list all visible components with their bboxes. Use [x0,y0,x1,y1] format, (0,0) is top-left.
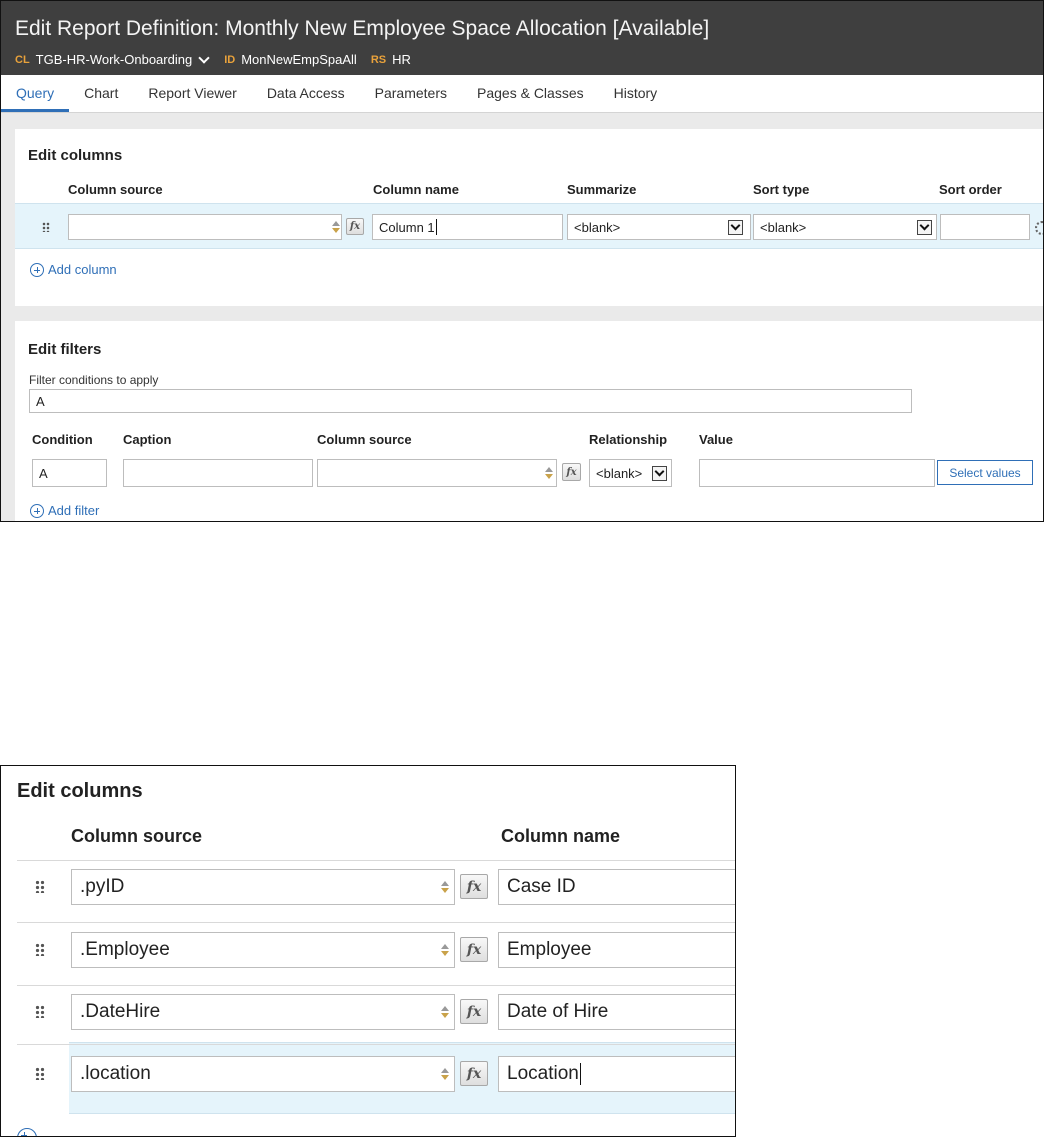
rule-header: Edit Report Definition: Monthly New Empl… [1,1,1043,75]
edit-columns-title: Edit columns [17,780,143,802]
fx-expression-icon[interactable]: fx [346,218,364,235]
condition-header: Condition [32,432,93,447]
add-circle-icon [30,262,44,277]
rule-title: Edit Report Definition: Monthly New Empl… [15,17,710,40]
tab-query[interactable]: Query [1,75,70,112]
column-name-value: Location [507,1063,579,1084]
rs-tag: RS [370,53,387,66]
class-link[interactable]: TGB-HR-Work-Onboarding [36,52,193,67]
row-divider [17,985,735,986]
column-name-input[interactable]: Location [498,1056,735,1092]
caption-header: Caption [123,432,172,447]
drag-handle-icon[interactable] [42,222,50,232]
fx-expression-icon[interactable]: fx [460,999,488,1024]
filter-column-source-input[interactable] [317,459,557,487]
edit-columns-panel: Edit columns Column source Column name S… [15,129,1043,306]
row-divider [17,922,735,923]
column-source-header: Column source [68,182,163,197]
row-divider [17,860,735,861]
column-source-input[interactable]: .DateHire [71,994,455,1030]
filter-conditions-input[interactable]: A [29,389,912,413]
add-column-link[interactable]: Add column [30,262,117,277]
fx-expression-icon[interactable]: fx [460,874,488,899]
sort-order-header: Sort order [939,182,1002,197]
drag-handle-icon[interactable] [35,880,45,893]
rule-tabs: Query Chart Report Viewer Data Access Pa… [1,75,1043,113]
gear-icon[interactable] [1035,221,1043,235]
column-source-input[interactable]: .Employee [71,932,455,968]
filter-conditions-label: Filter conditions to apply [29,373,159,387]
drag-handle-icon[interactable] [35,1005,45,1018]
sort-type-select[interactable]: <blank> [753,214,937,240]
tab-parameters[interactable]: Parameters [360,75,462,112]
column-name-header: Column name [373,182,459,197]
filter-value-input[interactable] [699,459,935,487]
add-circle-icon[interactable] [17,1128,37,1136]
fx-expression-icon[interactable]: fx [562,463,581,481]
caption-input[interactable] [123,459,313,487]
summarize-select[interactable]: <blank> [567,214,751,240]
column-name-input[interactable]: Column 1 [372,214,563,240]
summarize-header: Summarize [567,182,637,197]
sort-order-input[interactable] [940,214,1030,240]
add-column-label: Add column [48,262,117,277]
column-source-input[interactable]: .pyID [71,869,455,905]
spinner-arrows-icon[interactable] [441,944,449,956]
edit-filters-panel: Edit filters Filter conditions to apply … [15,321,1043,521]
text-caret [579,1063,581,1085]
tab-chart[interactable]: Chart [69,75,133,112]
add-circle-icon [30,503,44,518]
spinner-arrows-icon[interactable] [441,881,449,893]
edit-columns-title: Edit columns [28,147,123,164]
dropdown-arrow-icon[interactable] [652,466,667,481]
spinner-arrows-icon[interactable] [545,467,553,479]
id-tag: ID [224,53,236,66]
column-name-header: Column name [501,826,621,846]
relationship-header: Relationship [589,432,668,447]
ruleset-value: HR [392,52,411,67]
column-source-input[interactable] [68,214,342,240]
sort-type-header: Sort type [753,182,810,197]
cl-tag: CL [15,53,30,66]
column-name-input[interactable]: Date of Hire [498,994,735,1030]
column-source-header: Column source [71,826,203,846]
add-filter-link[interactable]: Add filter [30,503,99,518]
spinner-arrows-icon[interactable] [441,1006,449,1018]
edit-filters-title: Edit filters [28,341,102,358]
row-divider [17,1044,735,1045]
column-source-header: Column source [317,432,412,447]
select-values-button[interactable]: Select values [937,460,1033,485]
column-name-value: Column 1 [379,219,435,235]
add-filter-label: Add filter [48,503,100,518]
tab-history[interactable]: History [599,75,673,112]
rule-id: MonNewEmpSpaAll [241,52,357,67]
column-name-input[interactable]: Case ID [498,869,735,905]
dropdown-arrow-icon[interactable] [917,220,932,235]
spinner-arrows-icon[interactable] [441,1068,449,1080]
value-header: Value [699,432,733,447]
tab-data-access[interactable]: Data Access [252,75,360,112]
edit-columns-zoom-screenshot: Edit columns Column source Column name .… [0,765,736,1137]
drag-handle-icon[interactable] [35,943,45,956]
tab-pages-classes[interactable]: Pages & Classes [462,75,599,112]
column-name-input[interactable]: Employee [498,932,735,968]
fx-expression-icon[interactable]: fx [460,937,488,962]
report-definition-screenshot: Edit Report Definition: Monthly New Empl… [0,0,1044,522]
tab-report-viewer[interactable]: Report Viewer [133,75,251,112]
fx-expression-icon[interactable]: fx [460,1061,488,1086]
rule-meta: CL TGB-HR-Work-Onboarding ID MonNewEmpSp… [15,51,425,67]
drag-handle-icon[interactable] [35,1067,45,1080]
chevron-down-icon[interactable] [198,51,210,64]
text-caret [435,219,437,235]
spinner-arrows-icon[interactable] [332,221,340,233]
condition-input[interactable]: A [32,459,107,487]
column-source-input[interactable]: .location [71,1056,455,1092]
dropdown-arrow-icon[interactable] [728,220,743,235]
